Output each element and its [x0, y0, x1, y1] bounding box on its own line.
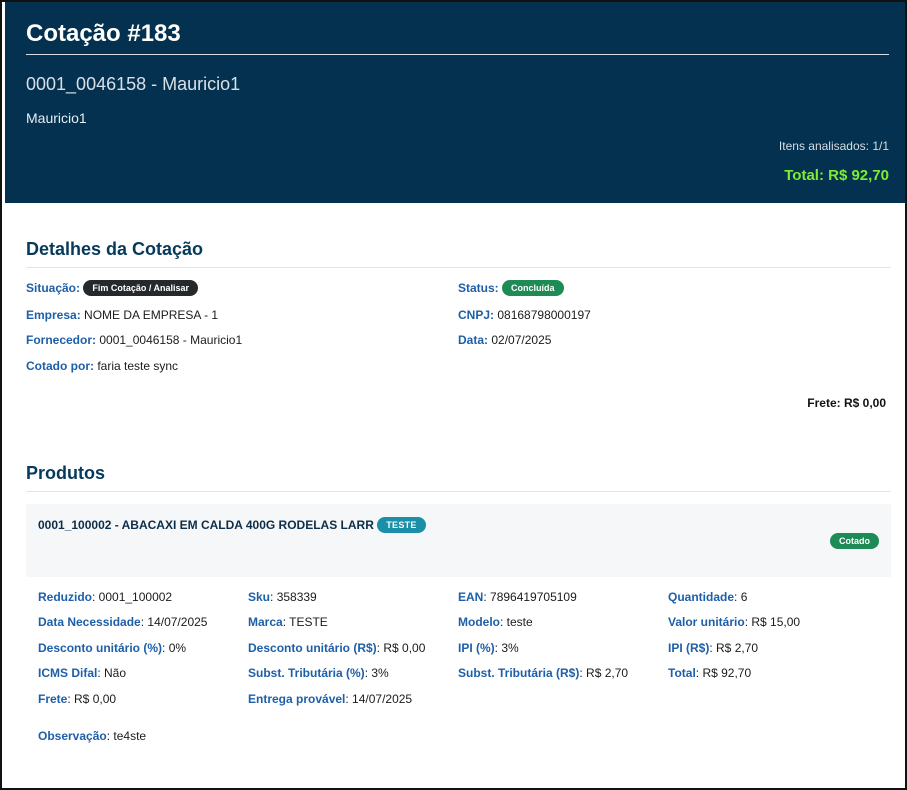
- pf-desconto-pct: Desconto unitário (%): 0%: [38, 641, 187, 655]
- product-name: 0001_100002 - ABACAXI EM CALDA 400G RODE…: [38, 518, 374, 532]
- cnpj-label: CNPJ:: [458, 308, 495, 322]
- data-necessidade-label: Data Necessidade: [38, 615, 141, 629]
- reduzido-value: 0001_100002: [98, 590, 173, 604]
- frete-value: R$ 0,00: [74, 692, 117, 706]
- situacao-label: Situação:: [26, 281, 81, 295]
- fornecedor-value: 0001_0046158 - Mauricio1: [99, 333, 243, 347]
- sku-value: 358339: [276, 590, 317, 604]
- desconto-pct-label: Desconto unitário (%): [38, 641, 163, 655]
- quote-window: Cotação #183 0001_0046158 - Mauricio1 Ma…: [0, 0, 907, 790]
- pf-icms-difal: ICMS Difal: Não: [38, 666, 127, 680]
- observacao-label: Observação: [38, 729, 107, 743]
- product-tag-badge: TESTE: [377, 517, 426, 533]
- empresa-label: Empresa:: [26, 308, 81, 322]
- quantidade-value: 6: [740, 590, 748, 604]
- products-divider: [26, 491, 891, 492]
- items-analyzed: Itens analisados: 1/1: [778, 139, 889, 153]
- products-title: Produtos: [26, 463, 105, 483]
- data-necessidade-value: 14/07/2025: [147, 615, 208, 629]
- pf-observacao: Observação: te4ste: [38, 729, 147, 743]
- ipi-pct-value: 3%: [501, 641, 519, 655]
- total-label: Total: [668, 666, 696, 680]
- status-badge: Concluída: [502, 280, 564, 296]
- status-label: Status:: [458, 281, 499, 295]
- pf-modelo: Modelo: teste: [458, 615, 533, 629]
- desconto-rs-label: Desconto unitário (R$): [248, 641, 377, 655]
- cnpj-value: 08168798000197: [497, 308, 591, 322]
- subst-pct-label: Subst. Tributária (%): [248, 666, 365, 680]
- frete-label: Frete: [38, 692, 68, 706]
- valor-unitario-label: Valor unitário: [668, 615, 745, 629]
- desconto-pct-value: 0%: [168, 641, 187, 655]
- details-divider: [26, 267, 891, 268]
- entrega-label: Entrega provável: [248, 692, 346, 706]
- pf-entrega: Entrega provável: 14/07/2025: [248, 692, 413, 706]
- modelo-value: teste: [506, 615, 533, 629]
- product-status-badge: Cotado: [830, 533, 879, 549]
- pf-total: Total: R$ 92,70: [668, 666, 752, 680]
- supplier-line: 0001_0046158 - Mauricio1: [26, 74, 241, 94]
- field-cotado-por: Cotado por: faria teste sync: [26, 359, 178, 373]
- subst-rs-value: R$ 2,70: [586, 666, 629, 680]
- entrega-value: 14/07/2025: [352, 692, 413, 706]
- subst-rs-label: Subst. Tributária (R$): [458, 666, 580, 680]
- cotado-label: Cotado por:: [26, 359, 94, 373]
- icms-difal-label: ICMS Difal: [38, 666, 98, 680]
- field-data: Data: 02/07/2025: [458, 333, 551, 347]
- details-frete: Frete: R$ 0,00: [807, 396, 886, 410]
- pf-ean: EAN: 7896419705109: [458, 590, 577, 604]
- pf-data-necessidade: Data Necessidade: 14/07/2025: [38, 615, 208, 629]
- pf-reduzido: Reduzido: 0001_100002: [38, 590, 173, 604]
- ean-label: EAN: [458, 590, 484, 604]
- page-title: Cotação #183: [26, 20, 181, 47]
- marca-value: TESTE: [289, 615, 328, 629]
- data-value: 02/07/2025: [491, 333, 552, 347]
- field-situacao: Situação: Fim Cotação / Analisar: [26, 280, 199, 296]
- desconto-rs-value: R$ 0,00: [383, 641, 426, 655]
- supplier-name: Mauricio1: [26, 110, 87, 126]
- product-card-header: 0001_100002 - ABACAXI EM CALDA 400G RODE…: [26, 504, 891, 577]
- pf-marca: Marca: TESTE: [248, 615, 328, 629]
- pf-ipi-pct: IPI (%): 3%: [458, 641, 519, 655]
- field-status: Status: Concluída: [458, 280, 564, 296]
- pf-sku: Sku: 358339: [248, 590, 317, 604]
- ean-value: 7896419705109: [490, 590, 577, 604]
- subst-pct-value: 3%: [371, 666, 389, 680]
- ipi-pct-label: IPI (%): [458, 641, 495, 655]
- fornecedor-label: Fornecedor:: [26, 333, 97, 347]
- ipi-rs-label: IPI (R$): [668, 641, 710, 655]
- cotado-value: faria teste sync: [97, 359, 179, 373]
- observacao-value: te4ste: [113, 729, 147, 743]
- header-total: Total: R$ 92,70: [784, 167, 889, 184]
- modelo-label: Modelo: [458, 615, 500, 629]
- product-name-line: 0001_100002 - ABACAXI EM CALDA 400G RODE…: [38, 517, 426, 533]
- pf-subst-pct: Subst. Tributária (%): 3%: [248, 666, 389, 680]
- pf-ipi-rs: IPI (R$): R$ 2,70: [668, 641, 759, 655]
- marca-label: Marca: [248, 615, 283, 629]
- details-title: Detalhes da Cotação: [26, 239, 204, 259]
- field-cnpj: CNPJ: 08168798000197: [458, 308, 591, 322]
- empresa-value: NOME DA EMPRESA - 1: [84, 308, 219, 322]
- pf-quantidade: Quantidade: 6: [668, 590, 748, 604]
- pf-valor-unitario: Valor unitário: R$ 15,00: [668, 615, 801, 629]
- sku-label: Sku: [248, 590, 271, 604]
- pf-desconto-rs: Desconto unitário (R$): R$ 0,00: [248, 641, 426, 655]
- header-divider: [26, 54, 889, 55]
- quantidade-label: Quantidade: [668, 590, 735, 604]
- valor-unitario-value: R$ 15,00: [751, 615, 801, 629]
- icms-difal-value: Não: [104, 666, 127, 680]
- ipi-rs-value: R$ 2,70: [716, 641, 759, 655]
- field-fornecedor: Fornecedor: 0001_0046158 - Mauricio1: [26, 333, 242, 347]
- field-empresa: Empresa: NOME DA EMPRESA - 1: [26, 308, 218, 322]
- total-value: R$ 92,70: [702, 666, 752, 680]
- pf-subst-rs: Subst. Tributária (R$): R$ 2,70: [458, 666, 629, 680]
- quote-header: Cotação #183 0001_0046158 - Mauricio1 Ma…: [5, 2, 905, 203]
- reduzido-label: Reduzido: [38, 590, 92, 604]
- product-status-wrap: Cotado: [830, 532, 879, 550]
- pf-frete: Frete: R$ 0,00: [38, 692, 117, 706]
- data-label: Data:: [458, 333, 489, 347]
- situacao-badge: Fim Cotação / Analisar: [83, 280, 199, 296]
